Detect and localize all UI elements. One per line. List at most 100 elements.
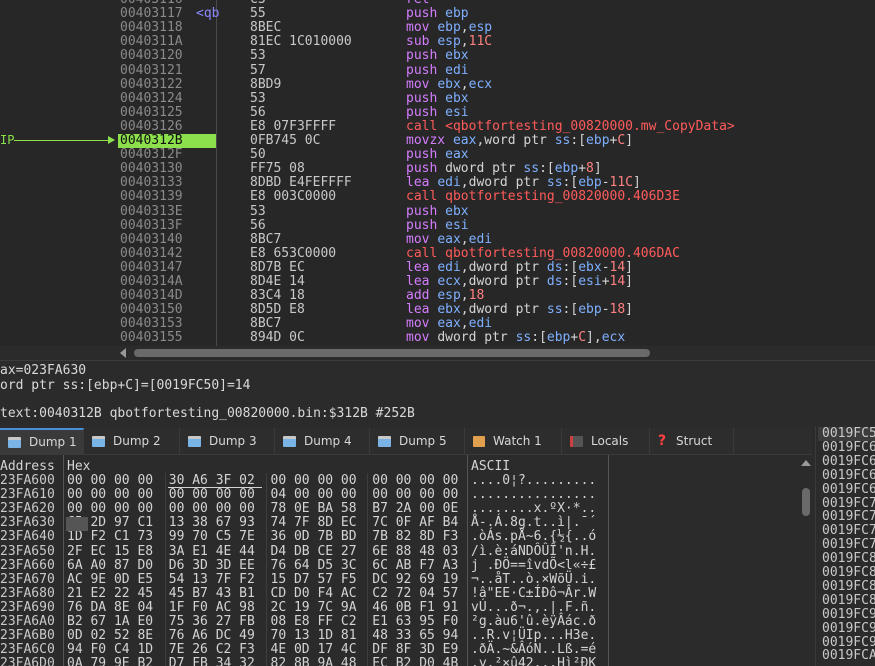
disasm-instruction: call qbotfortesting_00820000.406DAC — [406, 246, 680, 261]
dump-header-hex: Hex — [67, 459, 91, 474]
disasm-address: 00403142 — [120, 245, 183, 261]
disasm-row[interactable]: 0040312F 50 push eax — [0, 147, 875, 163]
disasm-address: 0040312F — [120, 147, 183, 163]
disasm-bytes: E8 653C0000 — [250, 245, 337, 261]
scroll-left-icon[interactable] — [120, 348, 126, 358]
disasm-row[interactable]: 0040314D 83C4 18 add esp,18 — [0, 288, 875, 303]
stack-row[interactable]: 0019FC9 — [822, 607, 875, 622]
disasm-row[interactable]: 00403117 <qb 55 push ebp — [0, 6, 875, 21]
stack-view[interactable]: 0019FC5 0019FC6 0019FC6 0019FC6 0019FC6 0019F… — [815, 426, 875, 666]
tab-struct[interactable]: ? Struct — [650, 428, 734, 454]
disasm-instruction: mov eax,edi — [406, 232, 492, 247]
instruction-token: mov — [406, 76, 438, 92]
dump-row[interactable]: 23FA680 21 E2 22 45 45 B7 43 B1 CD D0 F4 … — [0, 585, 800, 601]
disasm-address: 00403133 — [120, 175, 183, 191]
tab-dump-4[interactable]: Dump 4 — [275, 428, 370, 454]
disasm-row[interactable]: 00403147 8D7B EC lea edi,dword ptr ds:[ebx… — [0, 260, 875, 275]
instruction-token: edi — [437, 175, 461, 191]
disasm-row[interactable]: 0040311A 81EC 1C010000 sub esp,11C — [0, 35, 875, 49]
dump-row[interactable]: 23FA6B0 0D 02 52 8E 76 A6 DC 49 70 13 1D … — [0, 628, 800, 644]
dump-header-address: Address — [0, 459, 55, 474]
stack-row[interactable]: 0019FC6 — [822, 454, 875, 469]
dump-row[interactable]: 23FA650 2F EC 15 E8 3A E1 4E 44 D4 DB CE … — [0, 543, 800, 559]
instruction-token: ebp — [554, 161, 579, 177]
dump-row[interactable]: 23FA660 6A A0 87 D0 D6 3D 3D EE 76 64 D5 … — [0, 558, 800, 573]
dump-row[interactable]: 23FA6A0 B2 67 1A E0 75 36 27 FB 08 E8 FF … — [0, 614, 800, 629]
dump-row[interactable]: 23FA670 AC 9E 0D E5 54 13 7F F2 15 D7 57 … — [0, 572, 800, 587]
disasm-address: 0040313F — [120, 217, 183, 233]
disasm-row[interactable]: 00403126 E8 07F3FFFF call <qbotfortesting_… — [0, 119, 875, 134]
dump-hex-bytes: 21 E2 22 45 45 B7 43 B1 CD D0 F4 AC C2 7… — [67, 585, 459, 601]
vertical-scroll-thumb[interactable] — [802, 488, 810, 516]
stack-row[interactable]: 0019FC8 — [822, 579, 875, 594]
tab-dump-3[interactable]: Dump 3 — [180, 428, 275, 454]
dump-row[interactable]: 23FA620 00 00 00 00 00 00 00 00 78 0E BA … — [0, 501, 800, 516]
dump-row[interactable]: 23FA690 76 DA 8E 04 1F F0 AC 98 2C 19 7C … — [0, 599, 800, 615]
disasm-row[interactable]: 00403125 56 push esi — [0, 104, 875, 120]
tab-dump-1[interactable]: Dump 1 — [0, 428, 84, 454]
disasm-row[interactable]: 0040314A 8D4E 14 lea ecx,dword ptr ds:[esi… — [0, 274, 875, 289]
instruction-token: , — [460, 316, 469, 332]
disassembly-view[interactable]: IP 00403116C3ret00403117<qb55push ebp004… — [0, 0, 875, 346]
disasm-row[interactable]: 00403133 8DBD E4FEFFFF lea edi,dword ptr s… — [0, 176, 875, 190]
disasm-instruction: push ebx — [406, 91, 469, 106]
disasm-row[interactable]: 00403124 53 push ebx — [0, 91, 875, 106]
dump-hex-bytes: 0D 02 52 8E 76 A6 DC 49 70 13 1D 81 48 3… — [67, 628, 459, 644]
disasm-row[interactable]: 00403155 894D 0C mov dword ptr ss:[ebp+C],… — [0, 331, 875, 345]
stack-row[interactable]: 0019FC8 — [822, 593, 875, 608]
stack-row[interactable]: 0019FC6 — [822, 468, 875, 483]
disasm-row[interactable]: 00403120 53 push ebx — [0, 49, 875, 63]
dump-vertical-scrollbar[interactable] — [800, 458, 812, 666]
instruction-token: esp — [437, 34, 461, 50]
dump-row[interactable]: 23FA640 1D F2 C1 73 99 70 C5 7E 36 0D 7B … — [0, 530, 800, 544]
hex-dump-view[interactable]: Address Hex ASCII 23FA600 00 00 00 00 30 … — [0, 455, 812, 666]
disasm-row[interactable]: 00403150 8D5D E8 lea ebx,dword ptr ss:[ebp… — [0, 302, 875, 317]
disasm-instruction: push edi — [406, 63, 469, 78]
tab-locals[interactable]: Locals — [562, 428, 650, 454]
disasm-row[interactable]: 00403130 FF75 08 push dword ptr ss:[ebp+8] — [0, 161, 875, 177]
dump-hex-bytes: 76 DA 8E 04 1F F0 AC 98 2C 19 7C 9A 46 0… — [67, 599, 459, 615]
disasm-bytes: FF75 08 — [250, 161, 305, 177]
disasm-instruction: push ebx — [406, 204, 469, 219]
instruction-token: push — [406, 104, 446, 120]
disasm-instruction: lea edi,dword ptr ss:[ebp-11C] — [406, 176, 641, 190]
stack-row[interactable]: 0019FC6 — [822, 482, 875, 497]
disassembly-horizontal-scrollbar[interactable] — [0, 346, 875, 360]
dump-hex-bytes: 0A 79 9E B2 D7 FB 34 32 82 8B 9A 48 EC B… — [67, 656, 459, 666]
stack-row[interactable]: 0019FC9 — [822, 621, 875, 636]
dump-address: 23FA6D0 — [0, 656, 55, 666]
disasm-bytes: 8D4E 14 — [250, 274, 305, 289]
disasm-row[interactable]: 00403122 8BD9 mov ebx,ecx — [0, 76, 875, 92]
instruction-token: ], — [586, 330, 602, 346]
instruction-token: push — [406, 147, 446, 163]
stack-row[interactable]: 0019FC6 — [822, 440, 875, 455]
instruction-token: eax — [437, 316, 461, 332]
disasm-instruction: push ebp — [406, 6, 469, 21]
selected-byte-highlight — [66, 517, 88, 531]
dump-row[interactable]: 23FA600 00 00 00 00 30 A6 3F 02 00 00 00 … — [0, 473, 800, 488]
tab-dump-5[interactable]: Dump 5 — [370, 428, 465, 454]
tab-watch-1[interactable]: Watch 1 — [465, 428, 562, 454]
tab-dump-2[interactable]: Dump 2 — [84, 428, 180, 454]
dump-ascii: /ì.è:áNDÔÛÎ'n.H. — [471, 543, 597, 559]
dump-row[interactable]: 23FA6D0 0A 79 9E B2 D7 FB 34 32 82 8B 9A … — [0, 657, 800, 666]
struct-icon: ? — [658, 432, 667, 449]
disasm-row[interactable]: 00403153 8BC7 mov eax,edi — [0, 317, 875, 331]
disasm-instruction: mov ebx,ecx — [406, 76, 492, 92]
disasm-row[interactable]: 00403140 8BC7 mov eax,edi — [0, 232, 875, 247]
instruction-token: push — [406, 217, 446, 233]
disasm-row-current[interactable]: 0040312B 0FB745 0C movzx eax,word ptr ss:[… — [0, 133, 875, 149]
disasm-row[interactable]: 00403142 E8 653C0000 call qbotfortesting_0… — [0, 245, 875, 261]
dump-row[interactable]: 23FA610 00 00 00 00 00 00 00 00 04 00 00 … — [0, 487, 800, 502]
disasm-row[interactable]: 0040313F 56 push esi — [0, 217, 875, 233]
dump-header: Address Hex ASCII — [0, 457, 812, 474]
disasm-row[interactable]: 00403118 8BEC mov ebp,esp — [0, 20, 875, 35]
horizontal-scroll-thumb[interactable] — [134, 349, 650, 357]
dump-row[interactable]: 23FA630 C5 2D 97 C1 13 38 67 93 74 7F 8D … — [0, 516, 800, 530]
stack-row[interactable]: 0019FCA — [822, 649, 875, 663]
scroll-up-icon[interactable] — [801, 460, 811, 466]
dump-row[interactable]: 23FA6C0 94 F0 C4 1D 7E 26 C2 F3 4E 0D 17 … — [0, 642, 800, 657]
disasm-row[interactable]: 0040313E 53 push ebx — [0, 204, 875, 219]
disasm-row[interactable]: 00403121 57 push edi — [0, 63, 875, 78]
disasm-row[interactable]: 00403139 E8 003C0000 call qbotfortesting_0… — [0, 190, 875, 204]
